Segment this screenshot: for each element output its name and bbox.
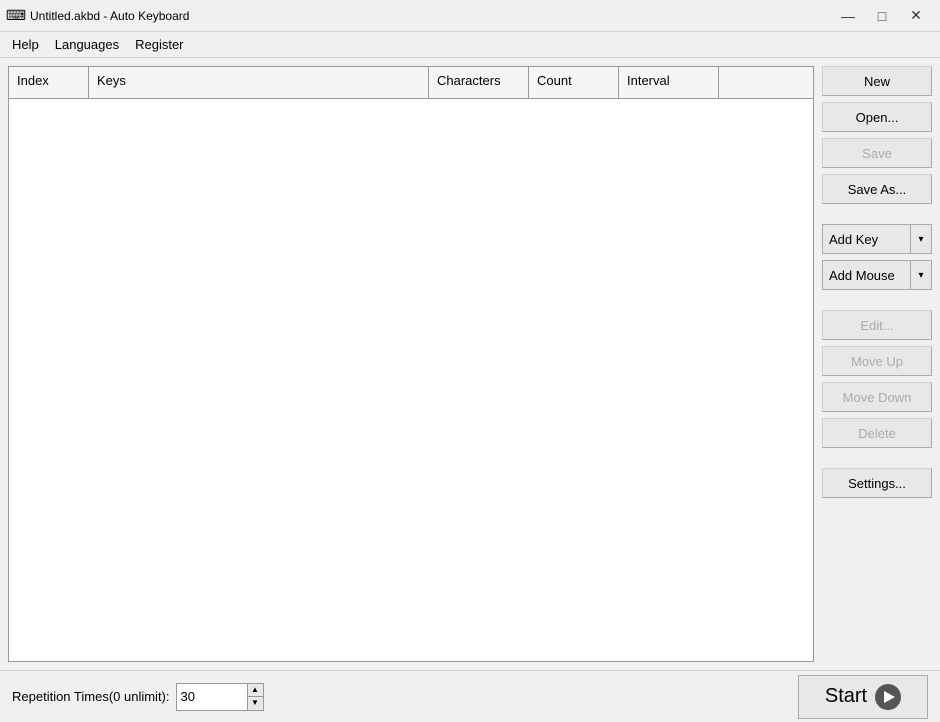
window-title: Untitled.akbd - Auto Keyboard <box>30 9 832 23</box>
save-as-button[interactable]: Save As... <box>822 174 932 204</box>
move-down-button[interactable]: Move Down <box>822 382 932 412</box>
close-button[interactable]: ✕ <box>900 2 932 30</box>
open-button[interactable]: Open... <box>822 102 932 132</box>
add-mouse-button[interactable]: Add Mouse <box>823 261 911 289</box>
delete-button[interactable]: Delete <box>822 418 932 448</box>
minimize-button[interactable]: — <box>832 2 864 30</box>
table-body <box>9 99 813 661</box>
start-icon <box>875 684 901 710</box>
col-header-interval: Interval <box>619 67 719 98</box>
new-button[interactable]: New <box>822 66 932 96</box>
repetition-input[interactable] <box>177 684 247 710</box>
menu-register[interactable]: Register <box>127 34 191 55</box>
table-area: Index Keys Characters Count Interval <box>8 66 814 662</box>
window-controls: — □ ✕ <box>832 2 932 30</box>
move-up-button[interactable]: Move Up <box>822 346 932 376</box>
col-header-characters: Characters <box>429 67 529 98</box>
spinner-up-button[interactable]: ▲ <box>248 684 263 698</box>
main-content: Index Keys Characters Count Interval New… <box>0 58 940 670</box>
menu-help[interactable]: Help <box>4 34 47 55</box>
settings-button[interactable]: Settings... <box>822 468 932 498</box>
repetition-area: Repetition Times(0 unlimit): ▲ ▼ <box>12 683 264 711</box>
menu-bar: Help Languages Register <box>0 32 940 58</box>
app-window: ⌨ Untitled.akbd - Auto Keyboard — □ ✕ He… <box>0 0 940 722</box>
start-button[interactable]: Start <box>798 675 928 719</box>
title-bar: ⌨ Untitled.akbd - Auto Keyboard — □ ✕ <box>0 0 940 32</box>
sidebar: New Open... Save Save As... Add Key ▾ Ad… <box>822 66 932 662</box>
start-label: Start <box>825 685 867 708</box>
add-key-split-button: Add Key ▾ <box>822 224 932 254</box>
repetition-label: Repetition Times(0 unlimit): <box>12 689 170 704</box>
maximize-button[interactable]: □ <box>866 2 898 30</box>
add-mouse-split-button: Add Mouse ▾ <box>822 260 932 290</box>
col-header-keys: Keys <box>89 67 429 98</box>
add-mouse-dropdown[interactable]: ▾ <box>911 261 931 289</box>
table-header: Index Keys Characters Count Interval <box>9 67 813 99</box>
spinner-down-button[interactable]: ▼ <box>248 697 263 710</box>
save-button[interactable]: Save <box>822 138 932 168</box>
repetition-input-wrap: ▲ ▼ <box>176 683 264 711</box>
app-icon: ⌨ <box>8 8 24 24</box>
add-key-dropdown[interactable]: ▾ <box>911 225 931 253</box>
edit-button[interactable]: Edit... <box>822 310 932 340</box>
col-header-count: Count <box>529 67 619 98</box>
add-key-button[interactable]: Add Key <box>823 225 911 253</box>
col-header-index: Index <box>9 67 89 98</box>
menu-languages[interactable]: Languages <box>47 34 127 55</box>
repetition-spinner: ▲ ▼ <box>247 684 263 710</box>
bottom-bar: Repetition Times(0 unlimit): ▲ ▼ Start <box>0 670 940 722</box>
